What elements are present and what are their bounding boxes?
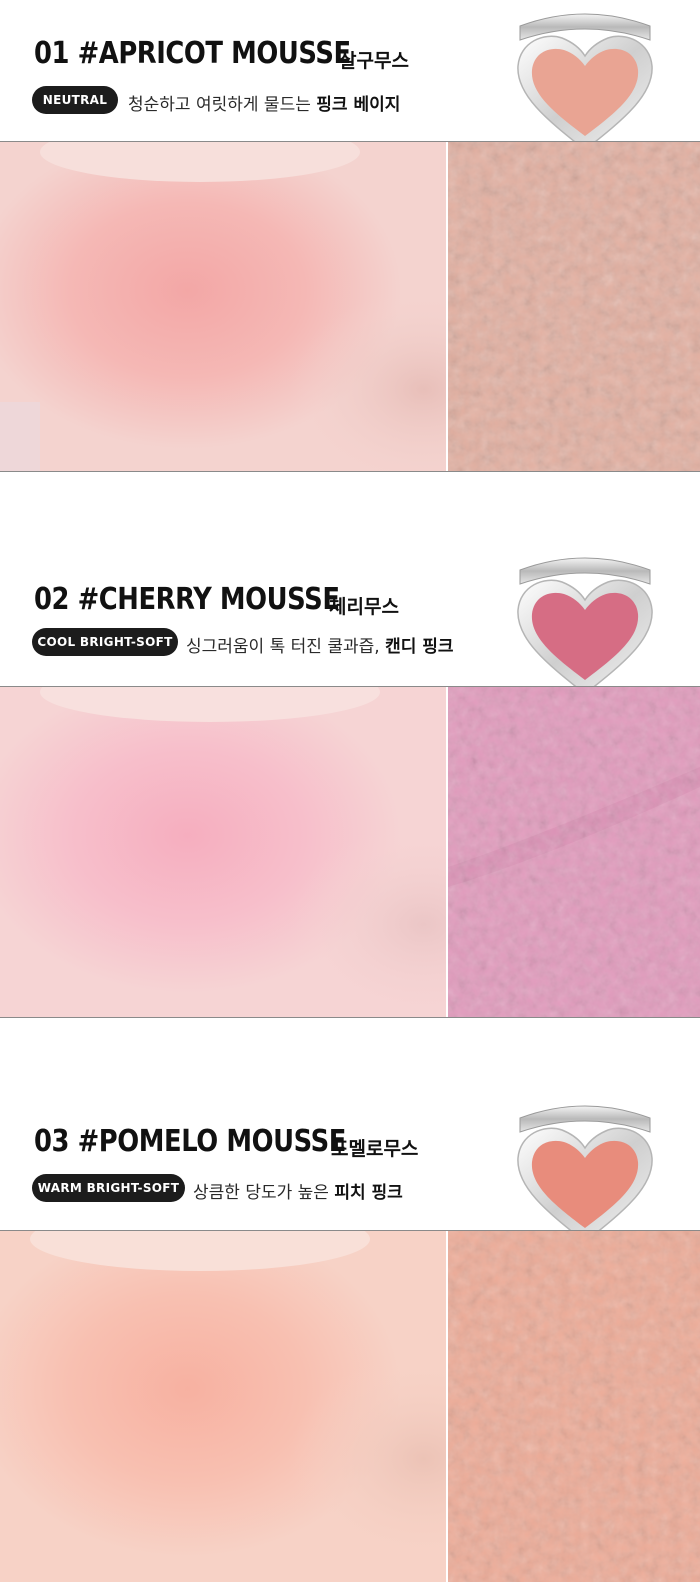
product-title: 03 #POMELO MOUSSE (34, 1124, 346, 1159)
product-section-pomelo: 03 #POMELO MOUSSE 포멜로무스 WARM BRIGHT-SOFT… (0, 1018, 700, 1582)
tone-badge: COOL BRIGHT-SOFT (32, 628, 178, 656)
product-title: 01 #APRICOT MOUSSE (34, 36, 351, 71)
texture-swatch (448, 687, 700, 1017)
description-highlight: 핑크 베이지 (316, 95, 401, 115)
description-text: 싱그러움이 톡 터진 쿨과즙, (186, 637, 386, 657)
texture-swatch (448, 1231, 700, 1582)
skin-swatch-photo (0, 142, 446, 472)
heart-compact-image (517, 1105, 653, 1243)
product-description: 싱그러움이 톡 터진 쿨과즙, 캔디 핑크 (186, 632, 454, 657)
heart-compact-image (517, 13, 653, 151)
description-highlight: 캔디 핑크 (385, 637, 454, 657)
texture-swatch (448, 142, 700, 472)
product-section-cherry: 02 #CHERRY MOUSSE 체리무스 COOL BRIGHT-SOFT … (0, 472, 700, 1018)
product-korean-name: 체리무스 (329, 596, 399, 618)
product-korean-name: 포멜로무스 (331, 1138, 419, 1160)
description-text: 청순하고 여릿하게 물드는 (128, 95, 317, 115)
product-header: 01 #APRICOT MOUSSE 살구무스 NEUTRAL 청순하고 여릿하… (0, 0, 700, 151)
description-highlight: 피치 핑크 (334, 1183, 403, 1203)
description-text: 상큼한 당도가 높은 (193, 1183, 335, 1203)
product-header: 03 #POMELO MOUSSE 포멜로무스 WARM BRIGHT-SOFT… (0, 1018, 700, 1243)
product-description: 상큼한 당도가 높은 피치 핑크 (193, 1178, 403, 1203)
product-section-apricot: 01 #APRICOT MOUSSE 살구무스 NEUTRAL 청순하고 여릿하… (0, 0, 700, 472)
skin-swatch-photo (0, 1231, 446, 1582)
skin-swatch-photo (0, 687, 446, 1017)
tone-badge: WARM BRIGHT-SOFT (32, 1174, 185, 1202)
product-korean-name: 살구무스 (339, 50, 409, 72)
heart-compact-image (517, 557, 653, 695)
tone-badge: NEUTRAL (32, 86, 118, 114)
product-title: 02 #CHERRY MOUSSE (34, 582, 340, 617)
product-description: 청순하고 여릿하게 물드는 핑크 베이지 (128, 90, 400, 115)
product-header: 02 #CHERRY MOUSSE 체리무스 COOL BRIGHT-SOFT … (0, 472, 700, 695)
